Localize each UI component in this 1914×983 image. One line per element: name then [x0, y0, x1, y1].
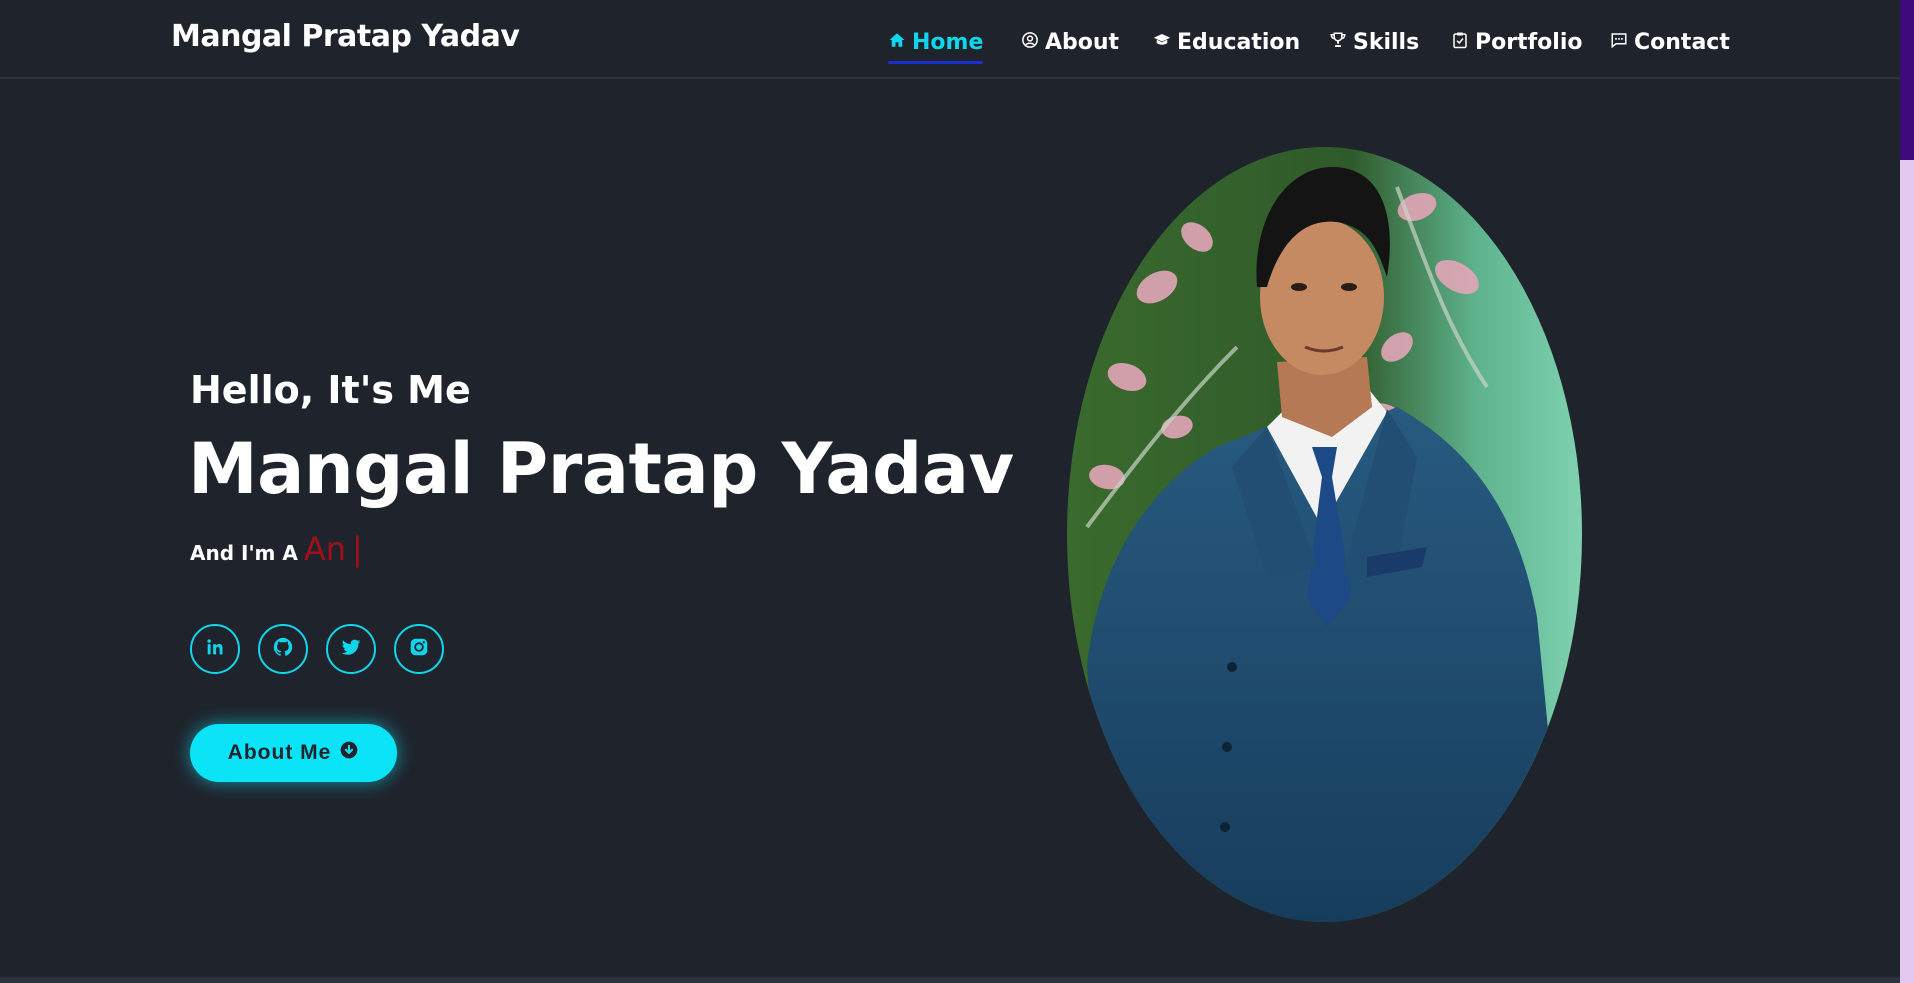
hero-role-prefix: And I'm A	[190, 541, 298, 565]
linkedin-icon	[204, 636, 226, 662]
nav-portfolio[interactable]: Portfolio	[1451, 22, 1583, 62]
message-icon	[1610, 30, 1628, 55]
about-me-button-label: About Me	[227, 741, 332, 764]
nav-skills[interactable]: Skills	[1329, 22, 1419, 62]
bottom-border	[0, 977, 1900, 983]
instagram-icon	[408, 636, 430, 662]
graduation-cap-icon	[1153, 30, 1171, 55]
typing-cursor: |	[352, 530, 363, 568]
nav-contact[interactable]: Contact	[1610, 22, 1730, 62]
nav-about[interactable]: About	[1021, 22, 1119, 62]
about-me-button[interactable]: About Me	[190, 724, 397, 782]
twitter-link[interactable]	[326, 624, 376, 674]
linkedin-link[interactable]	[190, 624, 240, 674]
clipboard-check-icon	[1451, 30, 1469, 55]
nav-home[interactable]: Home	[888, 22, 984, 64]
nav-contact-label: Contact	[1634, 29, 1730, 55]
hero-name: Mangal Pratap Yadav	[188, 428, 1014, 510]
nav-education[interactable]: Education	[1153, 22, 1300, 62]
instagram-link[interactable]	[394, 624, 444, 674]
user-circle-icon	[1021, 30, 1039, 55]
trophy-icon	[1329, 30, 1347, 55]
scrollbar-thumb[interactable]	[1900, 0, 1914, 160]
arrow-circle-down-icon	[339, 740, 359, 766]
page-scrollbar[interactable]	[1900, 0, 1914, 983]
github-icon	[272, 636, 294, 662]
nav-about-label: About	[1045, 29, 1120, 55]
nav-skills-label: Skills	[1353, 29, 1420, 55]
twitter-icon	[340, 636, 362, 662]
hero-role-line: And I'm A An |	[190, 530, 363, 568]
site-logo[interactable]: Mangal Pratap Yadav	[171, 19, 520, 54]
hero-greeting: Hello, It's Me	[190, 368, 471, 412]
github-link[interactable]	[258, 624, 308, 674]
home-icon	[888, 30, 906, 55]
social-links	[190, 624, 444, 674]
profile-photo	[1067, 147, 1582, 922]
hero-role-typed: An	[303, 530, 347, 568]
nav-home-label: Home	[912, 29, 984, 55]
nav-education-label: Education	[1177, 29, 1301, 55]
nav-portfolio-label: Portfolio	[1475, 29, 1583, 55]
site-header: Mangal Pratap Yadav Home About Education…	[0, 0, 1900, 79]
